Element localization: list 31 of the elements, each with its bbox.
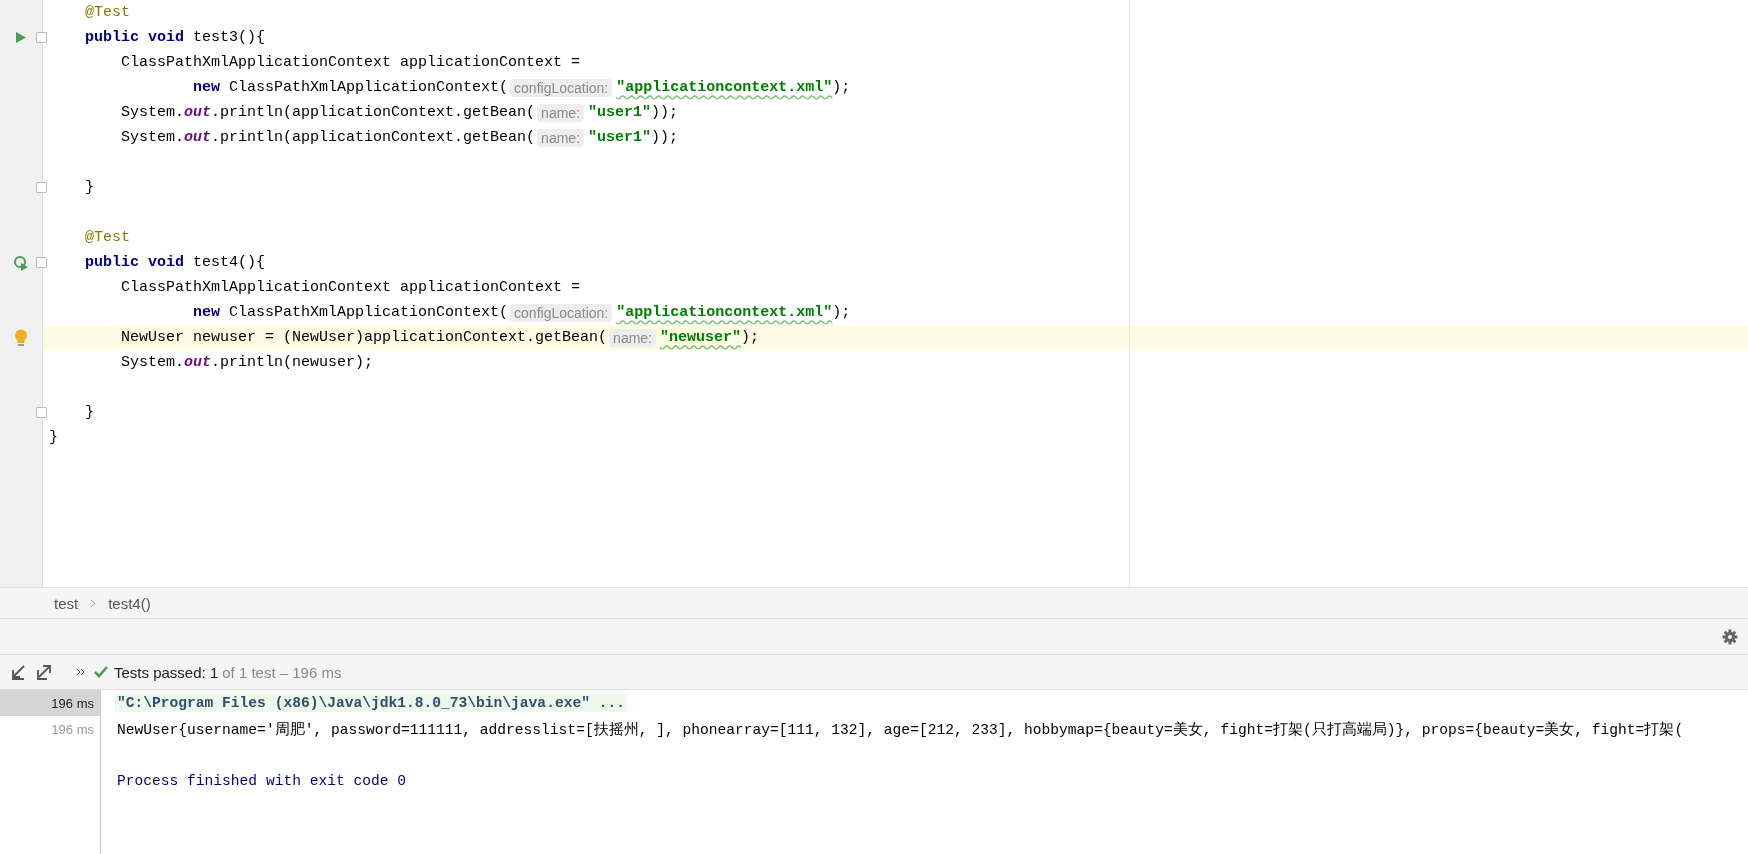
rerun-icon[interactable] [13, 254, 29, 271]
lightbulb-icon[interactable] [14, 328, 28, 347]
console-line: NewUser{username='周肥', password=111111, addresslist=[扶摇州, ], phonearray=[111, 132], age=[212, 233], hobbymap={beauty=美女, fight=打架(只打高端局)}, props={beauty=美女, fight=打架( [116, 720, 1685, 740]
test-detail: of 1 test – 196 ms [222, 663, 342, 681]
code-line: ClassPathXmlApplicationContext applicationContext = [120, 53, 582, 73]
breadcrumb-item[interactable]: test4() [108, 594, 151, 612]
fold-marker[interactable] [36, 32, 47, 43]
code-line: public void test3(){ [84, 28, 267, 48]
code-line: new ClassPathXmlApplicationContext( configLocation: "applicationcontext.xml"); [192, 77, 852, 99]
code-line: new ClassPathXmlApplicationContext( configLocation: "applicationcontext.xml"); [192, 302, 852, 324]
fold-marker[interactable] [36, 407, 47, 418]
chevron-icon [90, 598, 97, 608]
fold-marker[interactable] [36, 182, 47, 193]
code-line: public void test4(){ [84, 253, 267, 273]
fold-marker[interactable] [36, 257, 47, 268]
code-line: @Test [84, 228, 131, 248]
code-line: System.out.println(applicationContext.getBean( name: "user1")); [120, 102, 680, 124]
duration-label[interactable]: 196 ms [0, 690, 100, 716]
expand-icon[interactable] [34, 662, 54, 682]
code-line: } [84, 403, 95, 423]
code-line: ClassPathXmlApplicationContext applicationContext = [120, 278, 582, 298]
code-line: System.out.println(newuser); [120, 353, 375, 373]
code-line: } [48, 428, 59, 448]
code-line: @Test [84, 3, 131, 23]
code-line: System.out.println(applicationContext.getBean( name: "user1")); [120, 127, 680, 149]
console-line: Process finished with exit code 0 [116, 772, 407, 790]
breadcrumb-item[interactable]: test [54, 594, 79, 612]
checkmark-icon [94, 666, 108, 678]
run-icon[interactable] [15, 31, 27, 44]
code-line: } [84, 178, 95, 198]
test-status: Tests passed: 1 [114, 663, 219, 681]
